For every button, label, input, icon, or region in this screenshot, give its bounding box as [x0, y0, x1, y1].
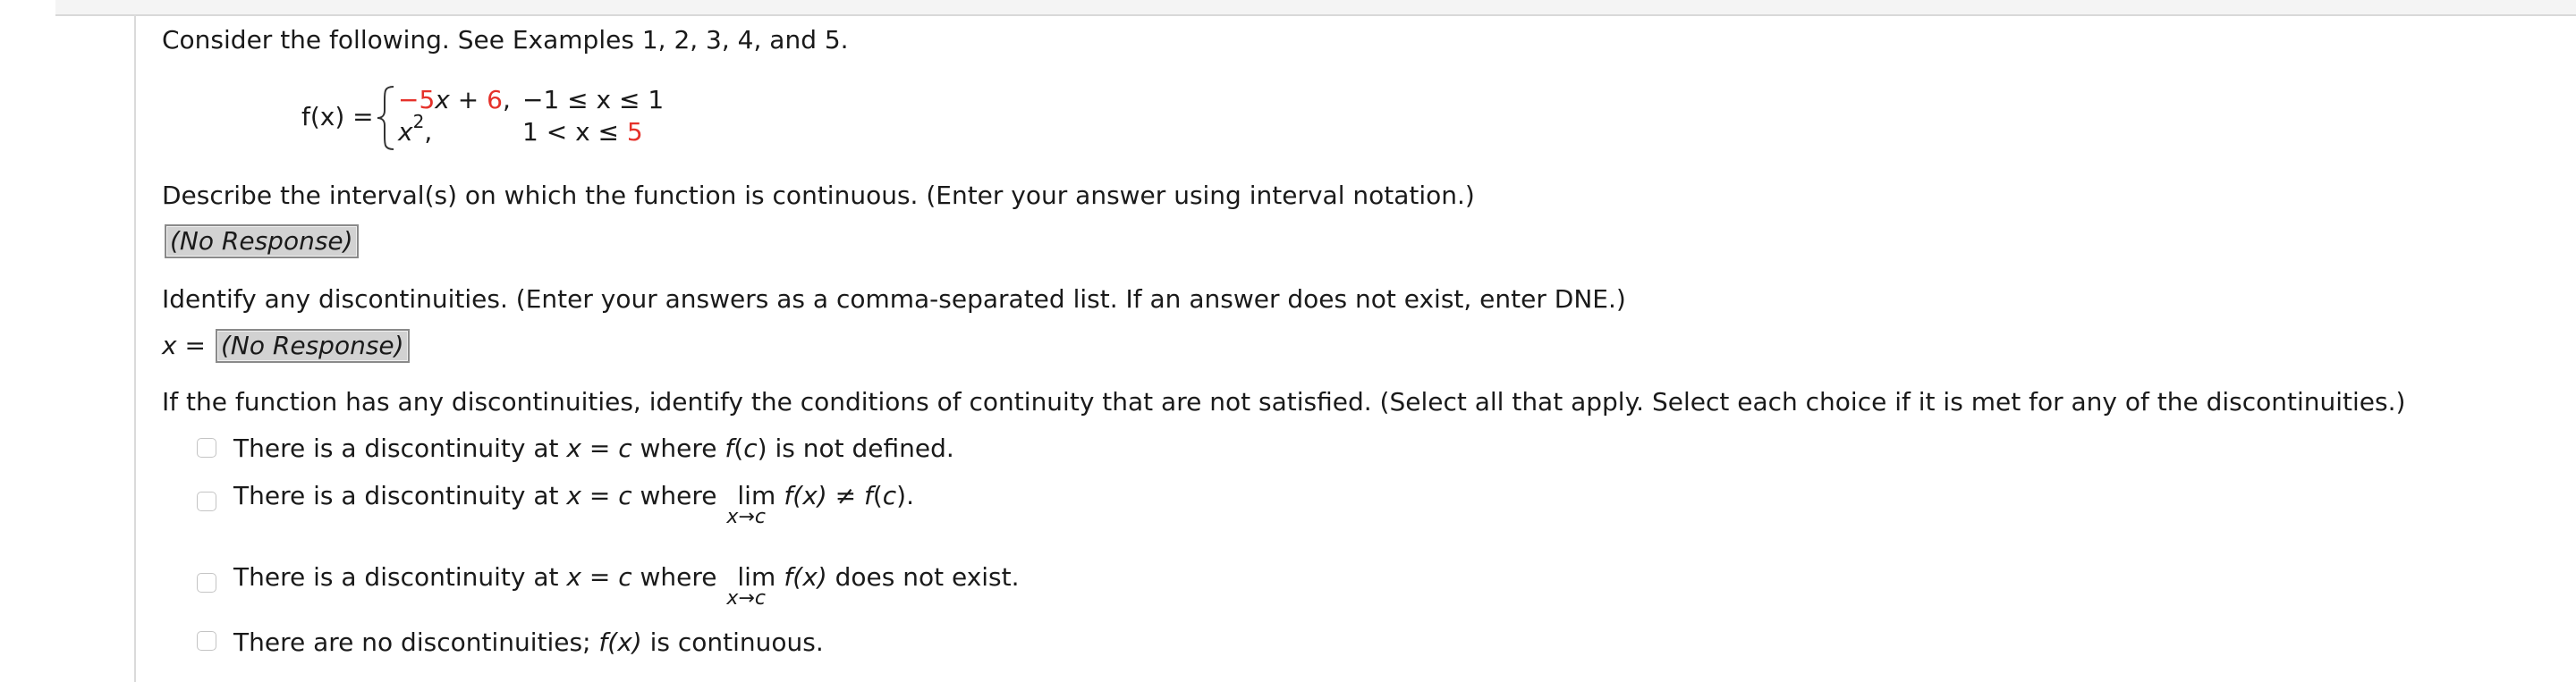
piecewise-brace: [377, 86, 394, 150]
piece-1-condition: −1 ≤ x ≤ 1: [522, 85, 665, 114]
option-4-checkbox[interactable]: [197, 631, 216, 651]
q2-text: Identify any discontinuities. (Enter you…: [162, 284, 1626, 314]
option-3-label: There is a discontinuity at x = c where …: [233, 562, 1020, 610]
option-2-label: There is a discontinuity at x = c where …: [233, 481, 914, 528]
q2-prefix: x =: [162, 331, 206, 360]
piece-2-condition: 1 < x ≤ 5: [522, 117, 643, 147]
piece-2-comma: ,: [424, 117, 433, 147]
piece-1-operator: +: [449, 85, 487, 114]
option-3-checkbox[interactable]: [197, 573, 216, 593]
intro-text: Consider the following. See Examples 1, …: [162, 25, 849, 55]
piece-2-expression: x2,: [398, 113, 433, 147]
piece-2-condition-prefix: 1 < x ≤: [522, 117, 627, 147]
option-4-label: There are no discontinuities; f(x) is co…: [233, 627, 824, 657]
option-2-limit: lim x→c: [726, 481, 776, 528]
q3-text: If the function has any discontinuities,…: [162, 387, 2406, 417]
piece-1-constant: 6: [487, 85, 503, 114]
q1-text: Describe the interval(s) on which the fu…: [162, 181, 1475, 210]
piece-1-variable: x: [435, 85, 450, 114]
top-band: [55, 0, 2576, 16]
piece-2-condition-value: 5: [626, 117, 643, 147]
option-2-checkbox[interactable]: [197, 492, 216, 511]
piece-2-variable: x: [398, 117, 413, 147]
q2-response-field[interactable]: (No Response): [216, 329, 410, 363]
q1-response-field[interactable]: (No Response): [165, 224, 359, 258]
option-1-label: There is a discontinuity at x = c where …: [233, 434, 954, 463]
function-label: f(x) =: [301, 102, 374, 131]
piece-2-exponent: 2: [412, 110, 425, 132]
option-3-limit: lim x→c: [726, 562, 776, 610]
piece-1-comma: ,: [502, 85, 511, 114]
option-1-checkbox[interactable]: [197, 438, 216, 458]
question-panel: Consider the following. See Examples 1, …: [136, 16, 2576, 682]
